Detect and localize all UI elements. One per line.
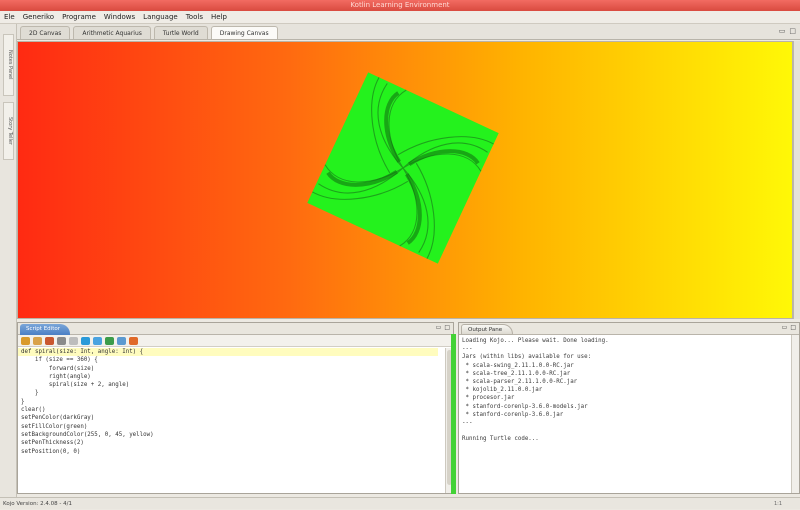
script-editor-header: Script Editor ▭ □ [18, 323, 453, 335]
status-bar: Kojo Version: 2.4.08 - 4/1 1:1 [0, 497, 800, 509]
output-line: Loading Kojo... Please wait. Done loadin… [462, 338, 609, 344]
code-line[interactable]: spiral(size + 2, angle) [18, 381, 438, 389]
side-tab-story[interactable]: Story Teller [3, 102, 14, 160]
output-line: Jars (within libs) available for use: [462, 354, 592, 361]
status-text: Kojo Version: 2.4.08 - 4/1 [3, 501, 72, 507]
window-title: Kotlin Learning Environment [0, 0, 800, 11]
code-line[interactable]: setFillColor(green) [18, 423, 438, 431]
spiral-drawing [307, 72, 499, 264]
menu-programs[interactable]: Programe [62, 11, 96, 23]
output-pane-controls: ▭ □ [782, 324, 796, 331]
menu-language[interactable]: Language [143, 11, 178, 23]
editor-toolbar [18, 335, 453, 347]
code-line[interactable]: setPenColor(darkGray) [18, 414, 438, 422]
trace-icon[interactable] [45, 336, 54, 345]
output-text: Loading Kojo... Please wait. Done loadin… [462, 337, 789, 443]
minimize-icon[interactable]: ▭ [436, 324, 442, 331]
output-line: --- [462, 346, 473, 353]
code-line[interactable]: if (size == 360) { [18, 356, 438, 364]
format-icon[interactable] [105, 336, 114, 345]
output-pane-tab[interactable]: Output Pane [461, 324, 514, 335]
output-line: * stanford-corenlp-3.6.0.jar [462, 411, 564, 418]
code-line[interactable]: setPenThickness(2) [18, 439, 438, 447]
minimize-icon[interactable]: ▭ [782, 324, 788, 331]
menu-bar: Ele Generiko Programe Windows Language T… [0, 11, 800, 24]
output-line: Running Turtle code... [462, 436, 539, 443]
history-icon[interactable] [81, 336, 90, 345]
output-line: * stanford-corenlp-3.6.0-models.jar [462, 403, 588, 410]
code-line[interactable]: setBackgroundColor(255, 0, 45, yellow) [18, 431, 438, 439]
menu-help[interactable]: Help [211, 11, 227, 23]
script-editor-controls: ▭ □ [436, 324, 450, 331]
code-line[interactable]: } [18, 389, 438, 397]
output-line: --- [462, 419, 473, 426]
code-line[interactable]: clear() [18, 406, 438, 414]
run-icon[interactable] [21, 336, 30, 345]
tab-arithmetic[interactable]: Arithmetic Aquarius [73, 26, 151, 39]
tab-2d-canvas[interactable]: 2D Canvas [20, 26, 71, 39]
output-pane-header: Output Pane ▭ □ [459, 323, 799, 335]
check-icon[interactable] [69, 336, 78, 345]
cursor-position: 1:1 [773, 501, 782, 507]
script-editor-pane: Script Editor ▭ □ def spiral(size: Int, … [17, 322, 454, 494]
clear-editor-icon[interactable] [93, 336, 102, 345]
output-scrollbar[interactable] [791, 335, 799, 493]
maximize-icon[interactable]: □ [444, 324, 450, 331]
tab-drawing-canvas[interactable]: Drawing Canvas [210, 26, 278, 39]
menu-tools[interactable]: Tools [186, 11, 203, 23]
code-line[interactable]: forward(size) [18, 365, 438, 373]
output-line: * scala-tree_2.11.1.0.0-RC.jar [462, 370, 571, 377]
code-line[interactable]: } [18, 398, 438, 406]
code-line[interactable]: right(angle) [18, 373, 438, 381]
output-line: * procesor.jar [462, 395, 515, 402]
run-status-bar [451, 334, 456, 494]
code-editor[interactable]: def spiral(size: Int, angle: Int) { if (… [18, 348, 438, 493]
upload-icon[interactable] [129, 336, 138, 345]
stop-icon[interactable] [57, 336, 66, 345]
output-line: * scala-swing_2.11.1.0.0-RC.jar [462, 362, 574, 369]
output-pane: Output Pane ▭ □ Loading Kojo... Please w… [458, 322, 800, 494]
code-line[interactable]: setPosition(0, 0) [18, 448, 438, 456]
output-line: * kojolib_2.11.0.0.jar [462, 387, 543, 394]
code-line[interactable]: def spiral(size: Int, angle: Int) { [18, 348, 438, 357]
output-line: * scala-parser_2.11.1.0.0-RC.jar [462, 378, 578, 385]
drawing-canvas[interactable] [17, 41, 793, 319]
tab-window-controls: ▭ □ [779, 27, 796, 35]
maximize-icon[interactable]: □ [789, 27, 796, 35]
run-worksheet-icon[interactable] [33, 336, 42, 345]
left-side-strip: Notes Panel Story Teller [0, 24, 17, 501]
clear-output-icon[interactable] [117, 336, 126, 345]
canvas-tab-bar: 2D Canvas Arithmetic Aquarius Turtle Wor… [17, 24, 800, 40]
minimize-icon[interactable]: ▭ [779, 27, 786, 35]
menu-windows[interactable]: Windows [104, 11, 135, 23]
canvas-scrollbar[interactable] [793, 41, 800, 319]
tab-turtle-world[interactable]: Turtle World [153, 26, 208, 39]
script-editor-tab[interactable]: Script Editor [20, 324, 70, 335]
menu-generic[interactable]: Generiko [23, 11, 54, 23]
menu-file[interactable]: Ele [4, 11, 15, 23]
maximize-icon[interactable]: □ [790, 324, 796, 331]
side-tab-notes[interactable]: Notes Panel [3, 34, 14, 96]
